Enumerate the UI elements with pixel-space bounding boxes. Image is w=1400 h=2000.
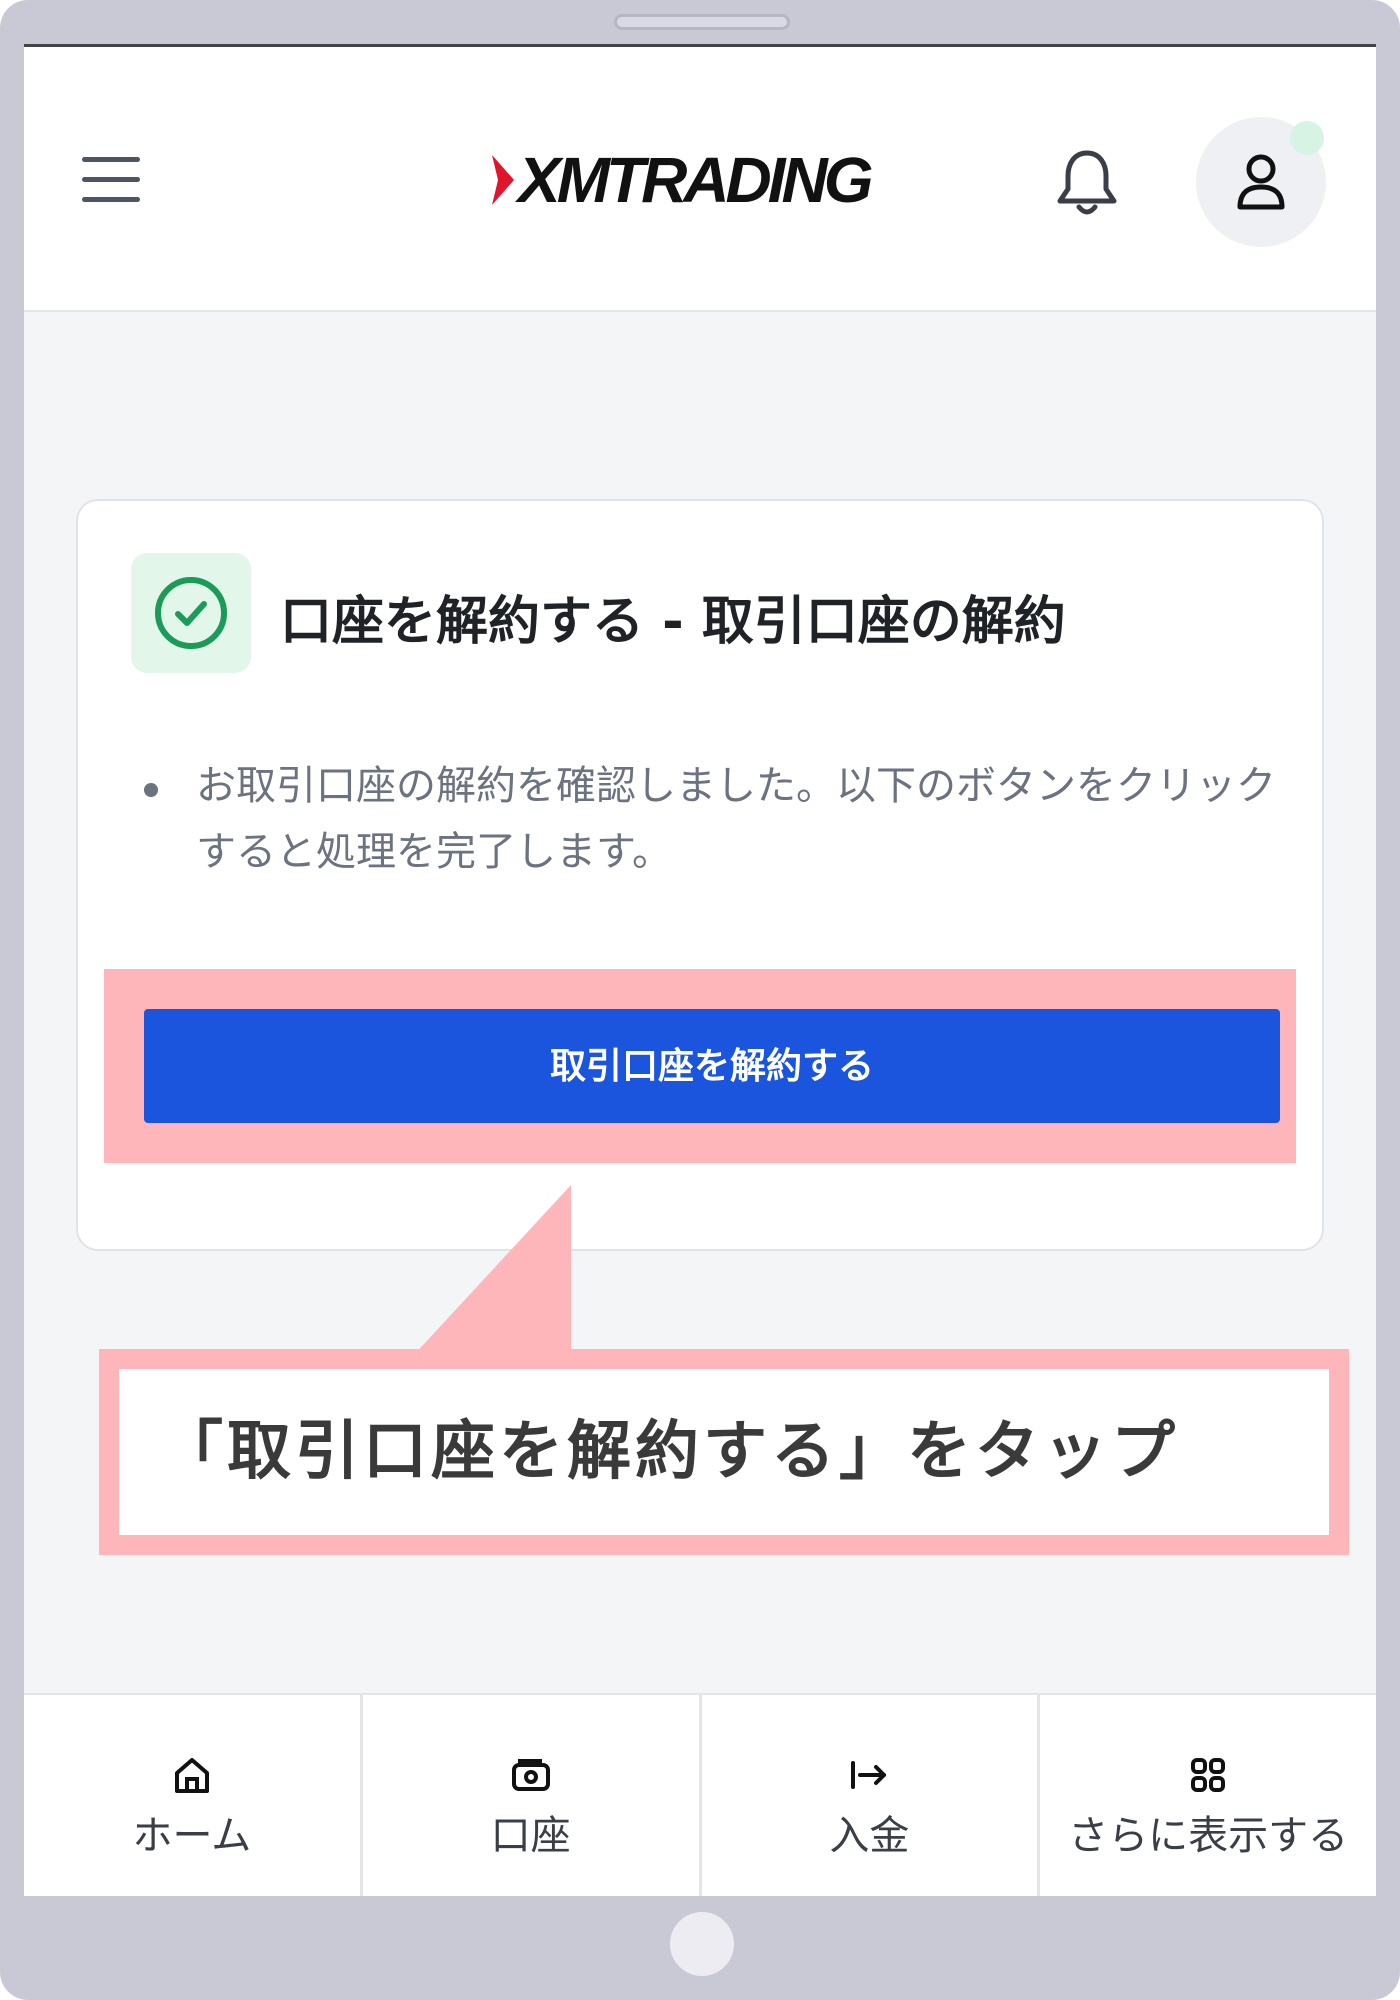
- bell-icon[interactable]: [1054, 147, 1120, 219]
- nav-item-account[interactable]: 口座: [363, 1695, 702, 1896]
- bullet-point: [144, 783, 158, 797]
- hamburger-menu-icon[interactable]: [82, 157, 140, 202]
- nav-item-more[interactable]: さらに表示する: [1040, 1695, 1376, 1896]
- instruction-callout: 「取引口座を解約する」をタップ: [99, 1349, 1349, 1555]
- nav-label-account: 口座: [490, 1813, 571, 1859]
- instruction-text: 「取引口座を解約する」をタップ: [119, 1369, 1329, 1535]
- nav-item-deposit[interactable]: 入金: [702, 1695, 1041, 1896]
- callout-pointer: [399, 1185, 571, 1371]
- logo-text: XMTRADING: [518, 144, 874, 216]
- device-speaker: [614, 14, 790, 30]
- status-indicator: [1290, 121, 1324, 155]
- nav-label-deposit: 入金: [829, 1813, 910, 1859]
- bottom-navigation: ホーム 口座 入金 さらに表示する: [24, 1693, 1376, 1896]
- success-badge: [131, 553, 251, 673]
- card-title: 口座を解約する - 取引口座の解約: [280, 592, 1066, 652]
- home-icon: [174, 1758, 209, 1793]
- check-circle-icon: [155, 577, 227, 649]
- device-home-button[interactable]: [670, 1912, 734, 1976]
- grid-icon: [1191, 1758, 1226, 1792]
- nav-label-home: ホーム: [132, 1813, 252, 1859]
- wallet-icon: [511, 1759, 550, 1791]
- deposit-arrow-icon: [851, 1761, 887, 1789]
- nav-label-more: さらに表示する: [1068, 1813, 1349, 1859]
- nav-item-home[interactable]: ホーム: [24, 1695, 363, 1896]
- top-header: XMTRADING: [24, 47, 1376, 312]
- logo-chevron-icon: [492, 155, 514, 205]
- app-screen: XMTRADING 口座を解約する - 取引口座の解約 お取引口座の解約を確認し…: [24, 44, 1376, 1896]
- xmtrading-logo[interactable]: XMTRADING: [492, 144, 874, 216]
- confirmation-text: お取引口座の解約を確認しました。以下のボタンをクリックすると処理を完了します。: [196, 763, 1276, 875]
- tablet-frame: XMTRADING 口座を解約する - 取引口座の解約 お取引口座の解約を確認し…: [0, 0, 1400, 2000]
- user-icon: [1237, 154, 1285, 210]
- close-trading-account-button[interactable]: 取引口座を解約する: [144, 1009, 1280, 1123]
